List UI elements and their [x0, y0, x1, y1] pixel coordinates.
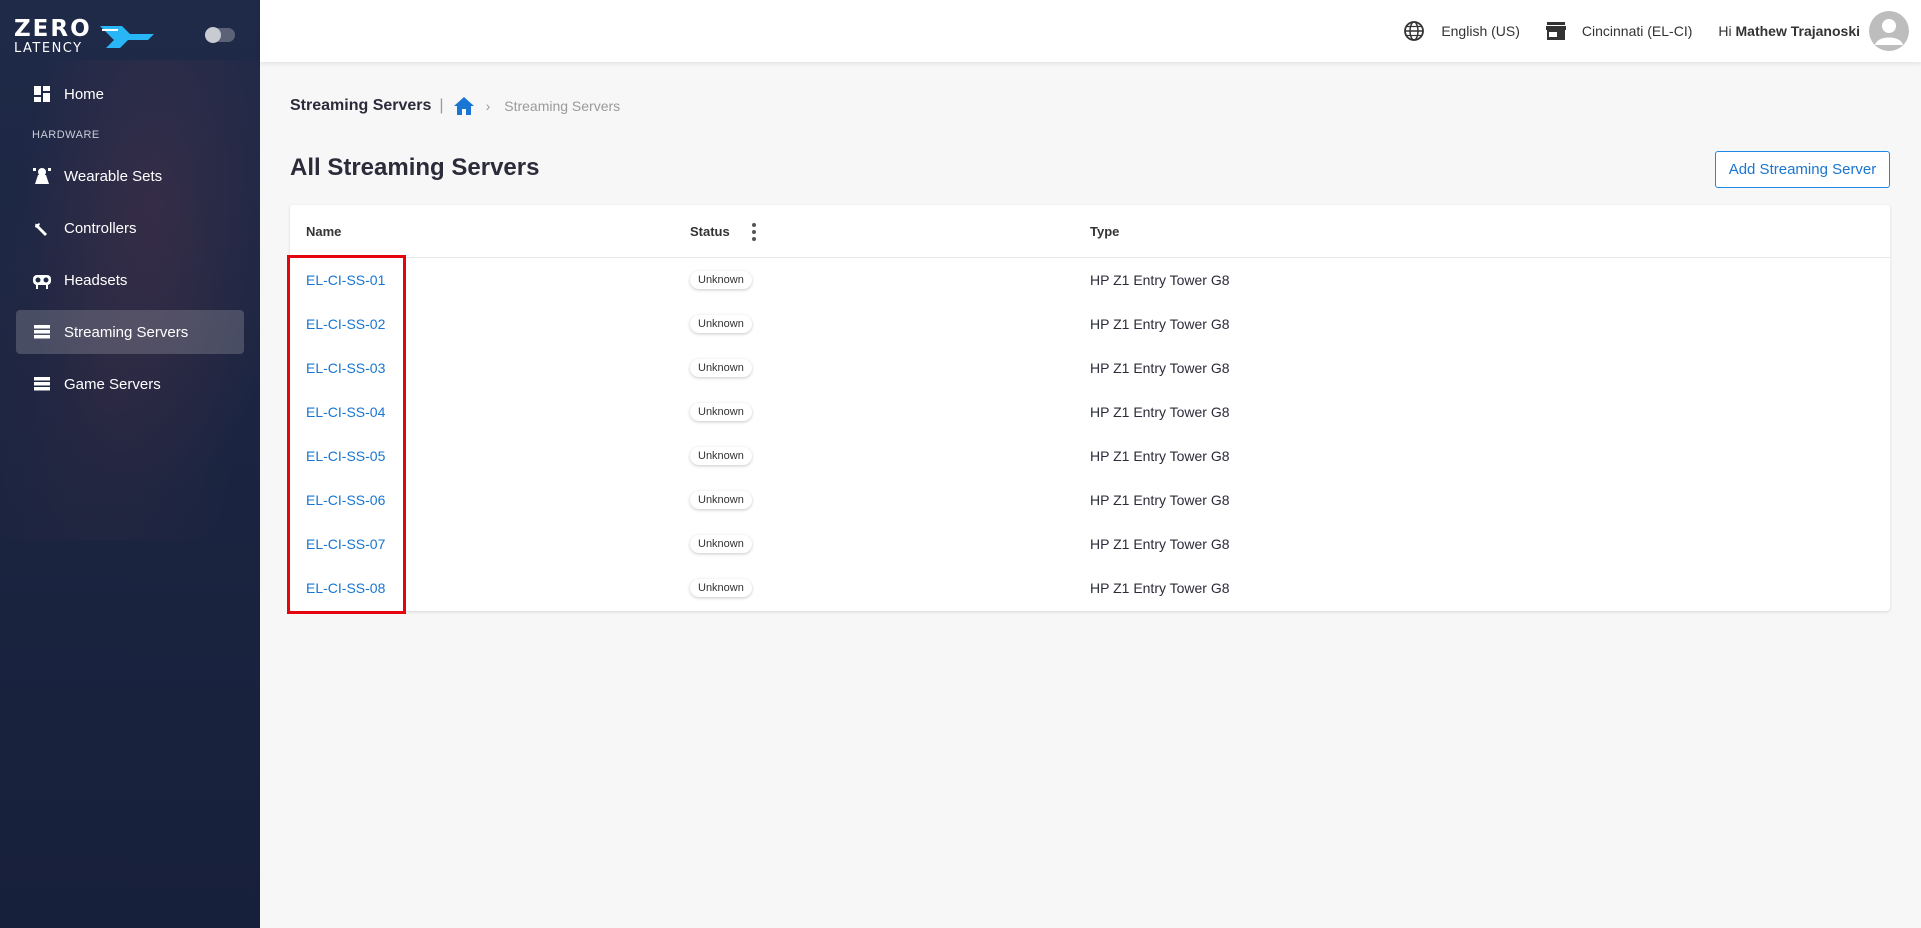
streaming-servers-table: Name Status Type EL-CI-SS-01 Unknown HP Z1… [290, 205, 1890, 611]
server-type: HP Z1 Entry Tower G8 [1090, 272, 1230, 288]
table-row[interactable]: EL-CI-SS-02 Unknown HP Z1 Entry Tower G8 [290, 302, 1890, 346]
status-badge: Unknown [690, 271, 752, 289]
language-selector[interactable]: English (US) [1403, 20, 1520, 42]
server-icon [32, 374, 52, 394]
sidebar-section-hardware: HARDWARE [32, 129, 100, 141]
server-name-link[interactable]: EL-CI-SS-06 [306, 492, 385, 508]
table-row[interactable]: EL-CI-SS-08 Unknown HP Z1 Entry Tower G8 [290, 566, 1890, 610]
sidebar-item-headsets[interactable]: Headsets [16, 258, 244, 302]
column-header-type[interactable]: Type [1090, 205, 1119, 258]
sidebar-item-game-servers[interactable]: Game Servers [16, 362, 244, 406]
server-type: HP Z1 Entry Tower G8 [1090, 536, 1230, 552]
breadcrumb: Streaming Servers | › Streaming Servers [290, 96, 620, 116]
top-bar: English (US) Cincinnati (EL-CI) Hi Mathe… [260, 0, 1921, 62]
status-badge: Unknown [690, 535, 752, 553]
controller-icon [32, 218, 52, 238]
table-header: Name Status Type [290, 205, 1890, 258]
sidebar-item-label: Game Servers [64, 375, 161, 393]
column-header-name[interactable]: Name [306, 205, 341, 258]
home-icon[interactable] [453, 97, 474, 115]
logo-line2: LATENCY [14, 41, 83, 56]
location-label: Cincinnati (EL-CI) [1581, 23, 1693, 39]
globe-icon [1404, 21, 1425, 41]
server-type: HP Z1 Entry Tower G8 [1090, 448, 1230, 464]
logo-jet-icon [99, 25, 154, 48]
sidebar-item-label: Headsets [64, 271, 128, 289]
add-streaming-server-button[interactable]: Add Streaming Server [1715, 151, 1890, 188]
server-name-link[interactable]: EL-CI-SS-02 [306, 316, 385, 332]
server-icon [32, 322, 52, 342]
table-row[interactable]: EL-CI-SS-03 Unknown HP Z1 Entry Tower G8 [290, 346, 1890, 390]
avatar[interactable] [1869, 11, 1909, 51]
breadcrumb-separator: | [439, 97, 444, 114]
status-badge: Unknown [690, 447, 752, 465]
table-body: EL-CI-SS-01 Unknown HP Z1 Entry Tower G8 EL… [290, 258, 1890, 610]
sidebar-item-label: Streaming Servers [64, 323, 189, 341]
breadcrumb-title: Streaming Servers [290, 97, 432, 114]
sidebar-item-controllers[interactable]: Controllers [16, 206, 244, 250]
sidebar-item-wearable-sets[interactable]: Wearable Sets [16, 154, 244, 198]
location-selector[interactable]: Cincinnati (EL-CI) [1545, 22, 1693, 40]
server-type: HP Z1 Entry Tower G8 [1090, 404, 1230, 420]
status-badge: Unknown [690, 403, 752, 421]
status-badge: Unknown [690, 491, 752, 509]
server-type: HP Z1 Entry Tower G8 [1090, 316, 1230, 332]
zero-latency-logo[interactable]: ZERO LATENCY [14, 18, 156, 55]
logo-line1: ZERO [14, 16, 92, 42]
server-type: HP Z1 Entry Tower G8 [1090, 492, 1230, 508]
language-label: English (US) [1441, 23, 1520, 39]
page-title: All Streaming Servers [290, 154, 540, 181]
table-row[interactable]: EL-CI-SS-06 Unknown HP Z1 Entry Tower G8 [290, 478, 1890, 522]
sidebar: ZERO LATENCY Home HARDWARE Wearable Sets [0, 0, 260, 928]
column-header-status: Status [690, 205, 756, 258]
status-badge: Unknown [690, 579, 752, 597]
table-row[interactable]: EL-CI-SS-04 Unknown HP Z1 Entry Tower G8 [290, 390, 1890, 434]
user-avatar-icon [1875, 19, 1903, 45]
sidebar-item-home[interactable]: Home [16, 72, 244, 116]
server-name-link[interactable]: EL-CI-SS-01 [306, 272, 385, 288]
server-type: HP Z1 Entry Tower G8 [1090, 580, 1230, 596]
user-greeting: Hi Mathew Trajanoski [1718, 23, 1860, 39]
chevron-right-icon: › [485, 98, 491, 114]
status-badge: Unknown [690, 359, 752, 377]
server-name-link[interactable]: EL-CI-SS-08 [306, 580, 385, 596]
server-name-link[interactable]: EL-CI-SS-03 [306, 360, 385, 376]
sidebar-nav: Home HARDWARE Wearable Sets Controllers … [16, 72, 244, 414]
server-name-link[interactable]: EL-CI-SS-07 [306, 536, 385, 552]
table-row[interactable]: EL-CI-SS-07 Unknown HP Z1 Entry Tower G8 [290, 522, 1890, 566]
table-row[interactable]: EL-CI-SS-01 Unknown HP Z1 Entry Tower G8 [290, 258, 1890, 302]
server-type: HP Z1 Entry Tower G8 [1090, 360, 1230, 376]
store-icon [1545, 22, 1566, 40]
sidebar-item-label: Home [64, 85, 105, 103]
server-name-link[interactable]: EL-CI-SS-05 [306, 448, 385, 464]
greeting-text: Hi [1718, 23, 1732, 39]
table-row[interactable]: EL-CI-SS-05 Unknown HP Z1 Entry Tower G8 [290, 434, 1890, 478]
sidebar-item-streaming-servers[interactable]: Streaming Servers [16, 310, 244, 354]
headset-icon [32, 270, 52, 290]
more-vert-icon[interactable] [751, 222, 756, 241]
column-header-status-label[interactable]: Status [690, 224, 730, 239]
wearable-icon [32, 166, 52, 186]
theme-toggle[interactable] [205, 27, 235, 43]
sidebar-item-label: Wearable Sets [64, 167, 163, 185]
server-name-link[interactable]: EL-CI-SS-04 [306, 404, 385, 420]
user-name: Mathew Trajanoski [1735, 23, 1860, 39]
status-badge: Unknown [690, 315, 752, 333]
breadcrumb-current: Streaming Servers [504, 98, 621, 114]
sidebar-item-label: Controllers [64, 219, 137, 237]
dashboard-icon [32, 84, 52, 104]
